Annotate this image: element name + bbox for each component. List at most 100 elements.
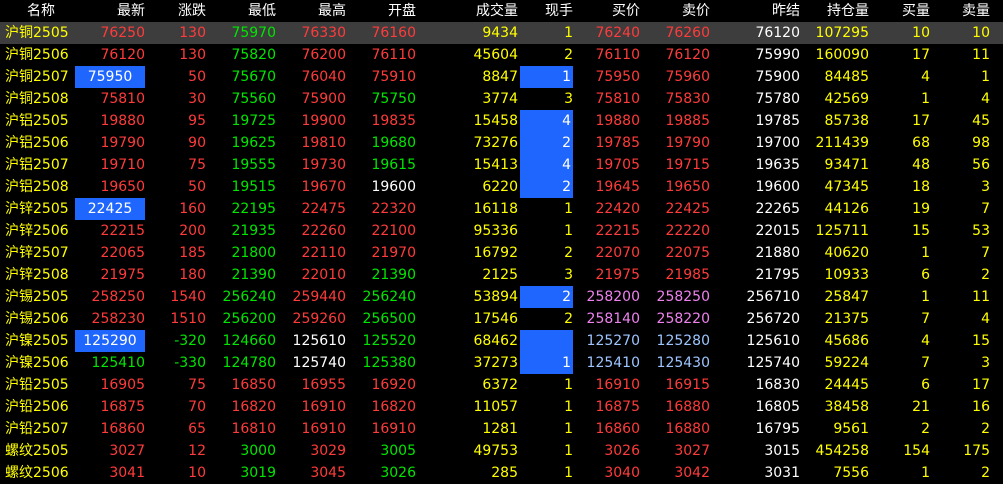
cell-bid: 16860 — [595, 421, 640, 437]
cell-oi: 93471 — [824, 157, 869, 173]
cell-askv: 16 — [972, 399, 990, 415]
cell-vol: 68462 — [473, 333, 518, 349]
col-header-high[interactable]: 最高 — [278, 0, 346, 22]
cell-low: 19625 — [231, 135, 276, 151]
quote-row[interactable]: 沪锡2505 258250 1540 256240 259440 256240 53894 2… — [0, 286, 1003, 308]
quote-row[interactable]: 沪锌2508 21975 180 21390 22010 21390 2125 3 21975 2… — [0, 264, 1003, 286]
cell-bid: 19705 — [595, 157, 640, 173]
col-header-prev-settle[interactable]: 昨结 — [728, 0, 800, 22]
quote-row[interactable]: 沪铅2506 16875 70 16820 16910 16820 11057 1 16875 1… — [0, 396, 1003, 418]
quote-row[interactable]: 沪铜2508 75810 30 75560 75900 75750 3774 3 75810 75… — [0, 88, 1003, 110]
quote-row[interactable]: 沪锌2505 22425 160 22195 22475 22320 16118 1 22420… — [0, 198, 1003, 220]
cell-prev: 19635 — [755, 157, 800, 173]
cell-chg: -330 — [174, 355, 206, 371]
col-header-open-interest[interactable]: 持仓量 — [805, 0, 869, 22]
cell-high: 16910 — [301, 399, 346, 415]
cell-ask: 75830 — [665, 91, 710, 107]
cell-name: 沪锌2505 — [5, 201, 69, 217]
col-header-open[interactable]: 开盘 — [348, 0, 416, 22]
cell-bid: 75950 — [595, 69, 640, 85]
cell-bid: 3040 — [604, 465, 640, 481]
col-header-low[interactable]: 最低 — [208, 0, 276, 22]
cell-last: 125290 — [75, 330, 145, 352]
quote-row[interactable]: 沪锌2506 22215 200 21935 22260 22100 95336 1 22215… — [0, 220, 1003, 242]
cell-ask: 125280 — [656, 333, 710, 349]
cell-prev: 22265 — [755, 201, 800, 217]
col-header-volume[interactable]: 成交量 — [450, 0, 518, 22]
quote-row[interactable]: 沪铅2507 16860 65 16810 16910 16910 1281 1 16860 16… — [0, 418, 1003, 440]
cell-oi: 211439 — [815, 135, 869, 151]
quote-row[interactable]: 螺纹2506 3041 10 3019 3045 3026 285 1 3040 3042 3031… — [0, 462, 1003, 484]
cell-low: 19515 — [231, 179, 276, 195]
cell-askv: 3 — [981, 355, 990, 371]
col-header-last[interactable]: 最新 — [75, 0, 145, 22]
cell-low: 75670 — [231, 69, 276, 85]
cell-oi: 7556 — [833, 465, 869, 481]
col-header-current-lots[interactable]: 现手 — [520, 0, 573, 22]
cell-cur: 1 — [564, 25, 573, 41]
cell-bid: 19785 — [595, 135, 640, 151]
col-header-ask-volume[interactable]: 卖量 — [935, 0, 990, 22]
quote-row[interactable]: 沪铝2507 19710 75 19555 19730 19615 15413 4 19705 1… — [0, 154, 1003, 176]
cell-chg: 65 — [188, 421, 206, 437]
cell-askv: 45 — [972, 113, 990, 129]
quote-row[interactable]: 沪镍2505 125290 -320 124660 125610 125520 68462 1… — [0, 330, 1003, 352]
quote-row[interactable]: 螺纹2505 3027 12 3000 3029 3005 49753 1 3026 3027 30… — [0, 440, 1003, 462]
cell-askv: 2 — [981, 465, 990, 481]
cell-ask: 22425 — [665, 201, 710, 217]
cell-last: 19790 — [100, 135, 145, 151]
cell-low: 75970 — [231, 25, 276, 41]
cell-cur: 1 — [564, 465, 573, 481]
cell-ask: 16915 — [665, 377, 710, 393]
cell-name: 沪铝2505 — [5, 113, 69, 129]
cell-name: 沪铅2505 — [5, 377, 69, 393]
quote-row[interactable]: 沪铝2505 19880 95 19725 19900 19835 15458 4 19880 1… — [0, 110, 1003, 132]
cell-open: 21390 — [371, 267, 416, 283]
cell-open: 125520 — [362, 333, 416, 349]
cell-high: 16910 — [301, 421, 346, 437]
cell-ask: 19650 — [665, 179, 710, 195]
cell-cur: 1 — [564, 377, 573, 393]
col-header-change[interactable]: 涨跌 — [148, 0, 206, 22]
cell-open: 3026 — [380, 465, 416, 481]
cell-bid: 258200 — [586, 289, 640, 305]
quote-row[interactable]: 沪铅2505 16905 75 16850 16955 16920 6372 1 16910 16… — [0, 374, 1003, 396]
cell-askv: 15 — [972, 333, 990, 349]
cell-oi: 24445 — [824, 377, 869, 393]
cell-high: 19730 — [301, 157, 346, 173]
cell-low: 16810 — [231, 421, 276, 437]
cell-cur: 2 — [520, 176, 573, 198]
cell-last: 22065 — [100, 245, 145, 261]
quote-row[interactable]: 沪镍2506 125410 -330 124780 125740 125380 37273 1… — [0, 352, 1003, 374]
cell-prev: 125610 — [746, 333, 800, 349]
cell-last: 16875 — [100, 399, 145, 415]
cell-prev: 19700 — [755, 135, 800, 151]
cell-oi: 160090 — [815, 47, 869, 63]
cell-cur: 1 — [520, 352, 573, 374]
cell-vol: 45604 — [473, 47, 518, 63]
col-header-bid[interactable]: 买价 — [578, 0, 640, 22]
cell-open: 76110 — [371, 47, 416, 63]
cell-high: 75900 — [301, 91, 346, 107]
cell-bidv: 15 — [912, 223, 930, 239]
cell-ask: 19885 — [665, 113, 710, 129]
col-header-ask[interactable]: 卖价 — [645, 0, 710, 22]
quote-row[interactable]: 沪铝2506 19790 90 19625 19810 19680 73276 2 19785 1… — [0, 132, 1003, 154]
quote-row[interactable]: 沪锌2507 22065 185 21800 22110 21970 16792 2 22070… — [0, 242, 1003, 264]
cell-cur: 1 — [564, 443, 573, 459]
quote-row[interactable]: 沪锡2506 258230 1510 256200 259260 256500 17546 2… — [0, 308, 1003, 330]
quote-row[interactable]: 沪铝2508 19650 50 19515 19670 19600 6220 2 19645 19… — [0, 176, 1003, 198]
cell-cur: 1 — [564, 399, 573, 415]
cell-prev: 19785 — [755, 113, 800, 129]
cell-open: 16910 — [371, 421, 416, 437]
cell-name: 沪铝2508 — [5, 179, 69, 195]
cell-ask: 76260 — [665, 25, 710, 41]
cell-askv: 4 — [981, 91, 990, 107]
col-header-bid-volume[interactable]: 买量 — [875, 0, 930, 22]
cell-open: 75910 — [371, 69, 416, 85]
quote-row[interactable]: 沪铜2507 75950 50 75670 76040 75910 8847 1 75950 75… — [0, 66, 1003, 88]
cell-vol: 16792 — [473, 245, 518, 261]
quote-row[interactable]: 沪铜2506 76120 130 75820 76200 76110 45604 2 76110… — [0, 44, 1003, 66]
col-header-name[interactable]: 名称 — [5, 0, 77, 22]
quote-row[interactable]: 沪铜2505 76250 130 75970 76330 76160 9434 1 76240 7… — [0, 22, 1003, 44]
